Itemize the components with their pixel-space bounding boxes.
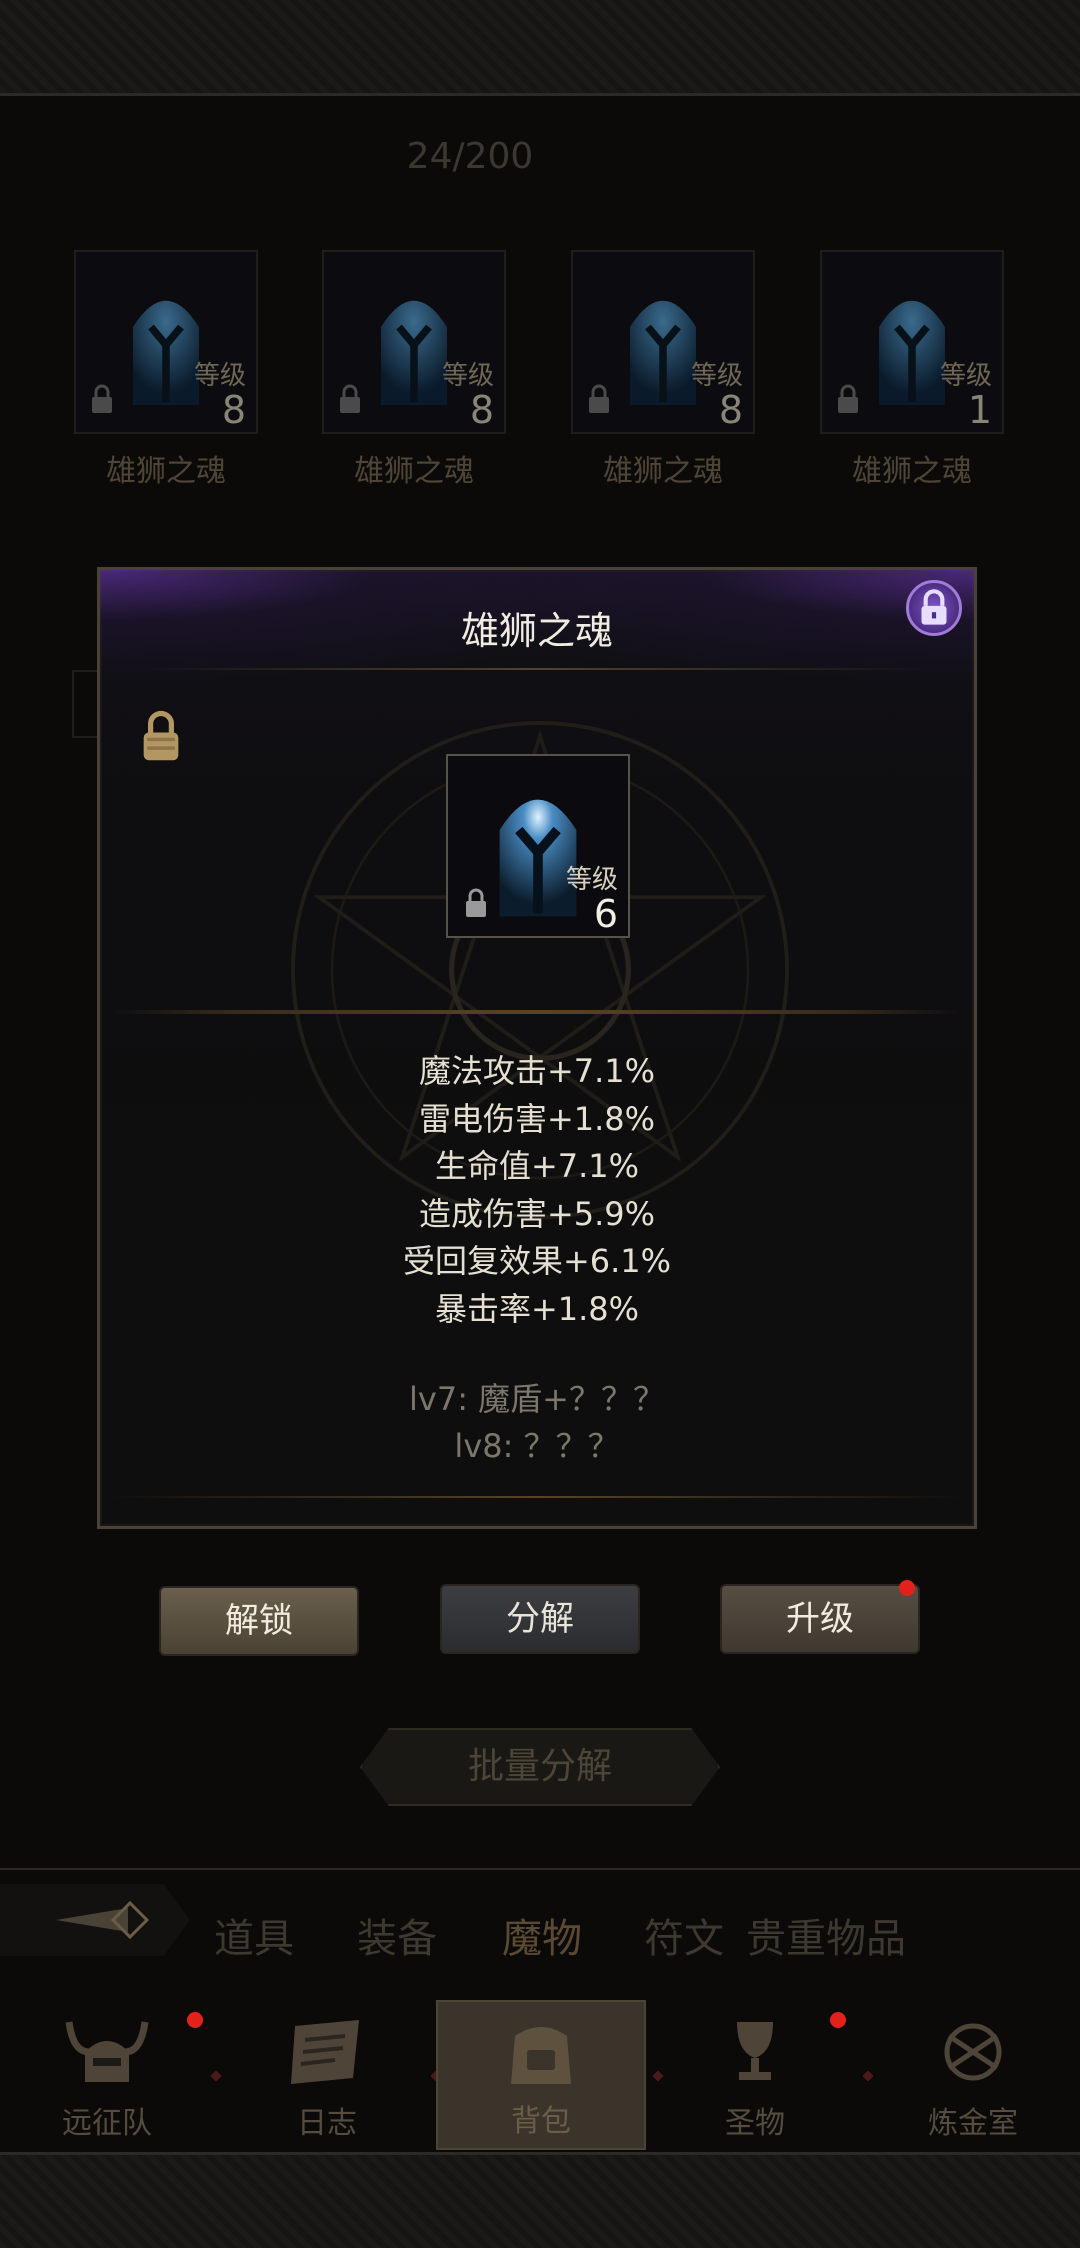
level-label: 等级 xyxy=(690,361,743,391)
lock-toggle-icon[interactable] xyxy=(140,710,182,762)
backpack-icon xyxy=(511,2027,571,2084)
lock-icon xyxy=(921,589,947,625)
stat-line: 雷电伤害+1.8% xyxy=(418,1099,656,1138)
inventory-slot[interactable]: 等级 8 雄狮之魂 xyxy=(322,250,506,490)
nav-label: 圣物 xyxy=(725,2106,785,2141)
arrow-left-icon xyxy=(56,1900,150,1940)
upgrade-notification-dot xyxy=(899,1580,915,1596)
item-name: 雄狮之魂 xyxy=(354,454,474,489)
bottom-divider xyxy=(110,1496,964,1498)
locked-stat-line: lv8: ？？？ xyxy=(454,1427,620,1465)
category-tab-bar: 道具 装备 魔物 符文 贵重物品 xyxy=(0,1868,1080,1978)
batch-decompose-button[interactable]: 批量分解 xyxy=(360,1728,720,1806)
level-label: 等级 xyxy=(565,865,618,895)
item-name: 雄狮之魂 xyxy=(603,454,723,489)
nav-backpack[interactable]: 背包 xyxy=(436,2000,646,2150)
locked-stat-line: lv7: 魔盾+？？？ xyxy=(409,1380,665,1418)
inventory-slot[interactable]: 等级 1 雄狮之魂 xyxy=(820,250,1004,490)
nav-separator xyxy=(210,2070,222,2082)
decompose-button[interactable]: 分解 xyxy=(440,1584,640,1654)
tab-valuables[interactable]: 贵重物品 xyxy=(746,1906,906,1964)
inventory-slot[interactable]: 等级 8 雄狮之魂 xyxy=(74,250,258,490)
scroll-icon xyxy=(291,2020,359,2084)
stat-line: 受回复效果+6.1% xyxy=(402,1242,672,1280)
lock-icon xyxy=(92,384,112,413)
stat-line: 魔法攻击+7.1% xyxy=(418,1052,656,1090)
item-preview: 等级 6 xyxy=(446,754,630,938)
stat-line: 造成伤害+5.9% xyxy=(418,1194,656,1233)
tab-back-arrow[interactable] xyxy=(0,1884,190,1956)
nav-label: 炼金室 xyxy=(928,2106,1018,2141)
nav-journal[interactable]: 日志 xyxy=(222,2000,432,2150)
tab-equipment[interactable]: 装备 xyxy=(357,1906,437,1964)
alchemy-icon xyxy=(944,2023,1002,2081)
level-value: 8 xyxy=(469,388,494,432)
bottom-nav: 远征队 日志 背包 圣物 炼金室 xyxy=(0,2000,1080,2152)
stat-line: 暴击率+1.8% xyxy=(434,1289,640,1328)
bottom-ornate-frame xyxy=(0,2152,1080,2248)
level-value: 1 xyxy=(967,388,992,432)
top-ornate-frame xyxy=(0,0,1080,96)
nav-label: 远征队 xyxy=(62,2106,152,2141)
item-thumbnail: 等级 8 xyxy=(322,250,506,434)
nav-expedition[interactable]: 远征队 xyxy=(2,2000,212,2150)
locked-stats-list: lv7: 魔盾+？？？ lv8: ？？？ xyxy=(100,1376,974,1470)
nav-alchemy[interactable]: 炼金室 xyxy=(868,2000,1078,2150)
corner-lock-badge[interactable] xyxy=(906,580,962,636)
inventory-slot[interactable]: 等级 8 雄狮之魂 xyxy=(571,250,755,490)
nav-label: 日志 xyxy=(297,2106,357,2141)
level-value: 8 xyxy=(221,388,246,432)
item-thumbnail: 等级 8 xyxy=(74,250,258,434)
relics-notification-dot xyxy=(830,2012,846,2028)
item-name: 雄狮之魂 xyxy=(106,454,226,489)
stat-line: 生命值+7.1% xyxy=(434,1147,640,1185)
tab-runes[interactable]: 符文 xyxy=(644,1906,724,1964)
chalice-icon xyxy=(737,2022,773,2080)
nav-label: 背包 xyxy=(511,2104,571,2139)
level-label: 等级 xyxy=(441,361,494,391)
tab-items[interactable]: 道具 xyxy=(214,1906,294,1964)
lock-icon xyxy=(589,384,609,413)
upgrade-button[interactable]: 升级 xyxy=(720,1584,920,1654)
level-label: 等级 xyxy=(193,361,246,391)
item-thumbnail: 等级 8 xyxy=(571,250,755,434)
level-label: 等级 xyxy=(939,361,992,391)
level-value: 6 xyxy=(593,892,618,936)
section-divider xyxy=(110,1010,964,1014)
inventory-counter: 24/200 xyxy=(406,136,534,177)
dialog-title: 雄狮之魂 xyxy=(460,609,613,653)
expedition-notification-dot xyxy=(187,2012,203,2028)
unlock-button[interactable]: 解锁 xyxy=(159,1586,359,1656)
lock-icon xyxy=(340,384,360,413)
title-divider xyxy=(140,668,934,670)
item-thumbnail: 等级 1 xyxy=(820,250,1004,434)
item-detail-dialog: 雄狮之魂 等级 6 魔法攻击+7.1% 雷电伤害+1.8% 生命值+7.1% 造… xyxy=(97,567,977,1529)
item-name: 雄狮之魂 xyxy=(852,454,972,489)
level-value: 8 xyxy=(718,388,743,432)
nav-relics[interactable]: 圣物 xyxy=(650,2000,860,2150)
viking-helmet-icon xyxy=(65,2021,149,2082)
lock-icon xyxy=(466,888,486,917)
stats-list: 魔法攻击+7.1% 雷电伤害+1.8% 生命值+7.1% 造成伤害+5.9% 受… xyxy=(100,1048,974,1333)
lock-icon xyxy=(838,384,858,413)
tab-monsters[interactable]: 魔物 xyxy=(502,1906,582,1964)
